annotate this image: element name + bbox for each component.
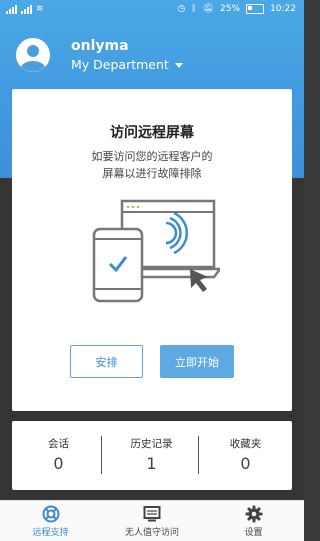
bottom-nav: 远程支持 无人值守访问 设置	[0, 500, 304, 541]
clock: 10:22	[270, 4, 296, 14]
nav-label: 无人值守访问	[124, 528, 179, 538]
remote-screen-illustration	[92, 199, 220, 303]
stats-card: 会话 0 历史记录 1 收藏夹 0	[12, 421, 292, 490]
stat-sessions[interactable]: 会话 0	[12, 421, 105, 490]
signal-icon	[6, 5, 17, 14]
mute-icon: 🔕︎	[202, 4, 215, 14]
battery-icon	[246, 4, 265, 14]
stat-value: 1	[146, 454, 157, 473]
stat-history[interactable]: 历史记录 1	[105, 421, 198, 490]
stat-label: 收藏夹	[229, 438, 262, 450]
card-title: 访问远程屏幕	[110, 125, 194, 141]
description-line-1: 如要访问您的远程客户的	[91, 150, 213, 163]
alarm-icon: ◷	[177, 4, 186, 14]
monitor-icon	[143, 506, 161, 522]
description-line-2: 屏幕以进行故障排除	[102, 167, 202, 180]
signal-indicators: ≋	[6, 4, 44, 14]
start-now-button[interactable]: 立即开始	[160, 345, 234, 378]
nav-label: 设置	[244, 528, 263, 538]
account-name: onlyma	[71, 38, 129, 54]
stat-label: 历史记录	[130, 438, 173, 450]
stat-favorites[interactable]: 收藏夹 0	[199, 421, 292, 490]
bluetooth-icon: ᛒ	[191, 4, 197, 14]
user-icon	[16, 38, 50, 72]
chevron-down-icon	[174, 63, 183, 68]
stat-value: 0	[240, 454, 251, 473]
signal-icon	[21, 5, 32, 14]
stat-value: 0	[53, 454, 64, 473]
remote-screen-card: 访问远程屏幕 如要访问您的远程客户的 屏幕以进行故障排除 安排 立即开始	[12, 89, 292, 411]
nav-label: 远程支持	[32, 528, 69, 538]
nav-remote-support[interactable]: 远程支持	[0, 501, 101, 541]
status-bar: ≋ ◷ ᛒ 🔕︎ 25% 10:22	[0, 0, 304, 20]
divider	[101, 436, 102, 474]
schedule-button[interactable]: 安排	[70, 345, 143, 378]
card-description: 如要访问您的远程客户的 屏幕以进行故障排除	[12, 148, 292, 182]
lifebuoy-icon	[42, 505, 59, 523]
department-label: My Department	[71, 57, 169, 72]
gear-icon	[245, 505, 262, 523]
wifi-icon: ≋	[36, 4, 44, 14]
nav-unattended-access[interactable]: 无人值守访问	[101, 501, 203, 541]
department-selector[interactable]: My Department	[71, 57, 183, 72]
nav-settings[interactable]: 设置	[203, 501, 304, 541]
stat-label: 会话	[48, 438, 69, 450]
battery-percent: 25%	[220, 4, 241, 14]
avatar[interactable]	[16, 38, 50, 72]
